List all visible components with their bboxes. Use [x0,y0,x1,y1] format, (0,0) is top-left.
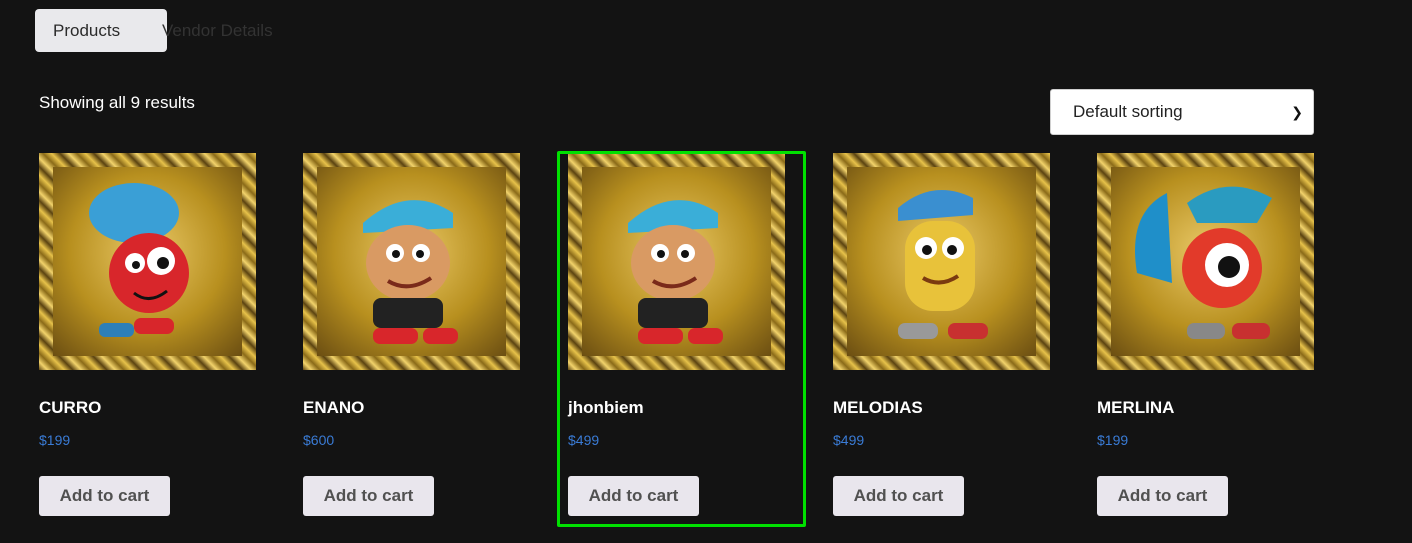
cartoon-character-image [1135,186,1272,339]
sorting-select-value: Default sorting [1073,102,1183,121]
product-name[interactable]: MELODIAS [833,398,923,418]
product-image[interactable] [833,153,1050,370]
result-count: Showing all 9 results [39,93,195,112]
product-card: jhonbiem $499 Add to cart [568,153,785,516]
cartoon-character-image [628,200,723,344]
product-price: $499 [568,432,600,448]
product-image[interactable] [1097,153,1314,370]
product-price: $199 [39,432,71,448]
add-to-cart-button[interactable]: Add to cart [1097,476,1228,516]
product-name[interactable]: ENANO [303,398,364,418]
product-image[interactable] [568,153,785,370]
product-price: $199 [1097,432,1129,448]
product-card: MELODIAS $499 Add to cart [833,153,1050,516]
product-card: ENANO $600 Add to cart [303,153,520,516]
product-name[interactable]: CURRO [39,398,101,418]
product-image[interactable] [303,153,520,370]
product-price: $499 [833,432,865,448]
product-name[interactable]: jhonbiem [568,398,644,418]
cartoon-character-image [89,183,189,337]
cartoon-character-image [363,200,458,344]
add-to-cart-button[interactable]: Add to cart [303,476,434,516]
product-card: MERLINA $199 Add to cart [1097,153,1314,516]
product-card: CURRO $199 Add to cart [39,153,256,516]
add-to-cart-button[interactable]: Add to cart [833,476,964,516]
add-to-cart-button[interactable]: Add to cart [39,476,170,516]
product-image[interactable] [39,153,256,370]
sorting-select[interactable]: Default sorting ❯ [1050,89,1314,135]
chevron-down-icon: ❯ [1291,103,1303,120]
product-name[interactable]: MERLINA [1097,398,1174,418]
cartoon-character-image [898,190,988,339]
tab-vendor-details[interactable]: Vendor Details [144,9,291,52]
product-price: $600 [303,432,335,448]
add-to-cart-button[interactable]: Add to cart [568,476,699,516]
